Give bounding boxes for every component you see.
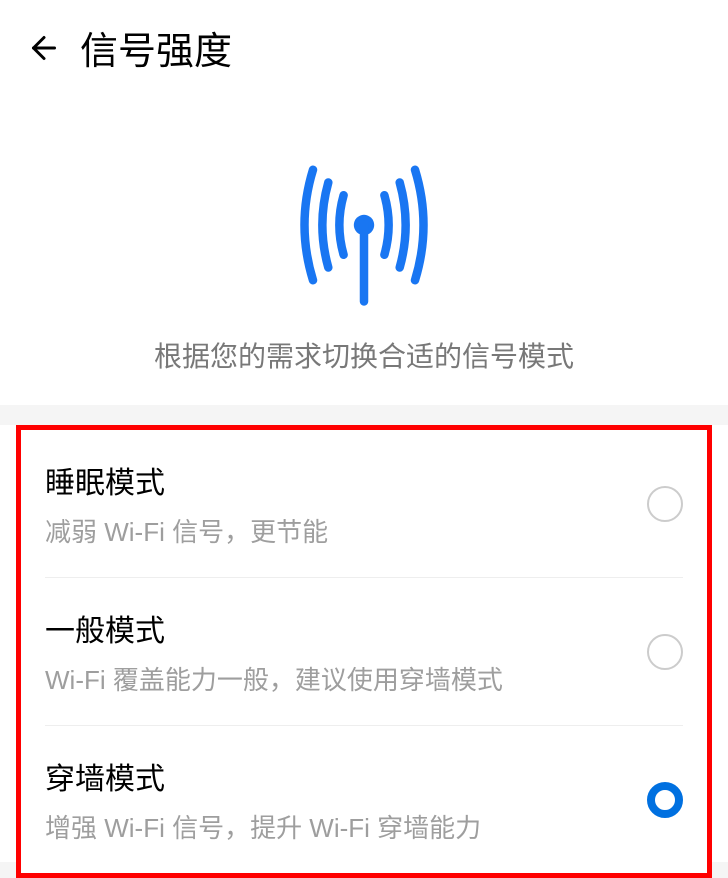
hero-section: 根据您的需求切换合适的信号模式 — [0, 95, 728, 405]
option-title: 睡眠模式 — [45, 458, 627, 502]
page-title: 信号强度 — [80, 20, 232, 75]
signal-antenna-icon — [274, 135, 454, 315]
page-container: 信号强度 根据您的需求切换合适的信号模式 — [0, 0, 728, 862]
option-sleep-mode[interactable]: 睡眠模式 减弱 Wi-Fi 信号，更节能 — [21, 430, 707, 577]
radio-unselected-icon[interactable] — [647, 486, 683, 522]
option-description: 增强 Wi-Fi 信号，提升 Wi-Fi 穿墙能力 — [45, 808, 627, 845]
option-normal-mode[interactable]: 一般模式 Wi-Fi 覆盖能力一般，建议使用穿墙模式 — [21, 578, 707, 725]
back-icon[interactable] — [24, 28, 64, 68]
hero-subtitle: 根据您的需求切换合适的信号模式 — [154, 335, 574, 375]
option-wall-mode[interactable]: 穿墙模式 增强 Wi-Fi 信号，提升 Wi-Fi 穿墙能力 — [21, 726, 707, 873]
option-description: 减弱 Wi-Fi 信号，更节能 — [45, 512, 627, 549]
option-title: 穿墙模式 — [45, 754, 627, 798]
option-text: 一般模式 Wi-Fi 覆盖能力一般，建议使用穿墙模式 — [45, 606, 627, 697]
options-container: 睡眠模式 减弱 Wi-Fi 信号，更节能 一般模式 Wi-Fi 覆盖能力一般，建… — [16, 425, 712, 878]
option-text: 穿墙模式 增强 Wi-Fi 信号，提升 Wi-Fi 穿墙能力 — [45, 754, 627, 845]
option-title: 一般模式 — [45, 606, 627, 650]
radio-selected-icon[interactable] — [647, 782, 683, 818]
section-gap — [0, 405, 728, 425]
option-description: Wi-Fi 覆盖能力一般，建议使用穿墙模式 — [45, 660, 627, 697]
option-text: 睡眠模式 减弱 Wi-Fi 信号，更节能 — [45, 458, 627, 549]
header-bar: 信号强度 — [0, 0, 728, 95]
radio-unselected-icon[interactable] — [647, 634, 683, 670]
